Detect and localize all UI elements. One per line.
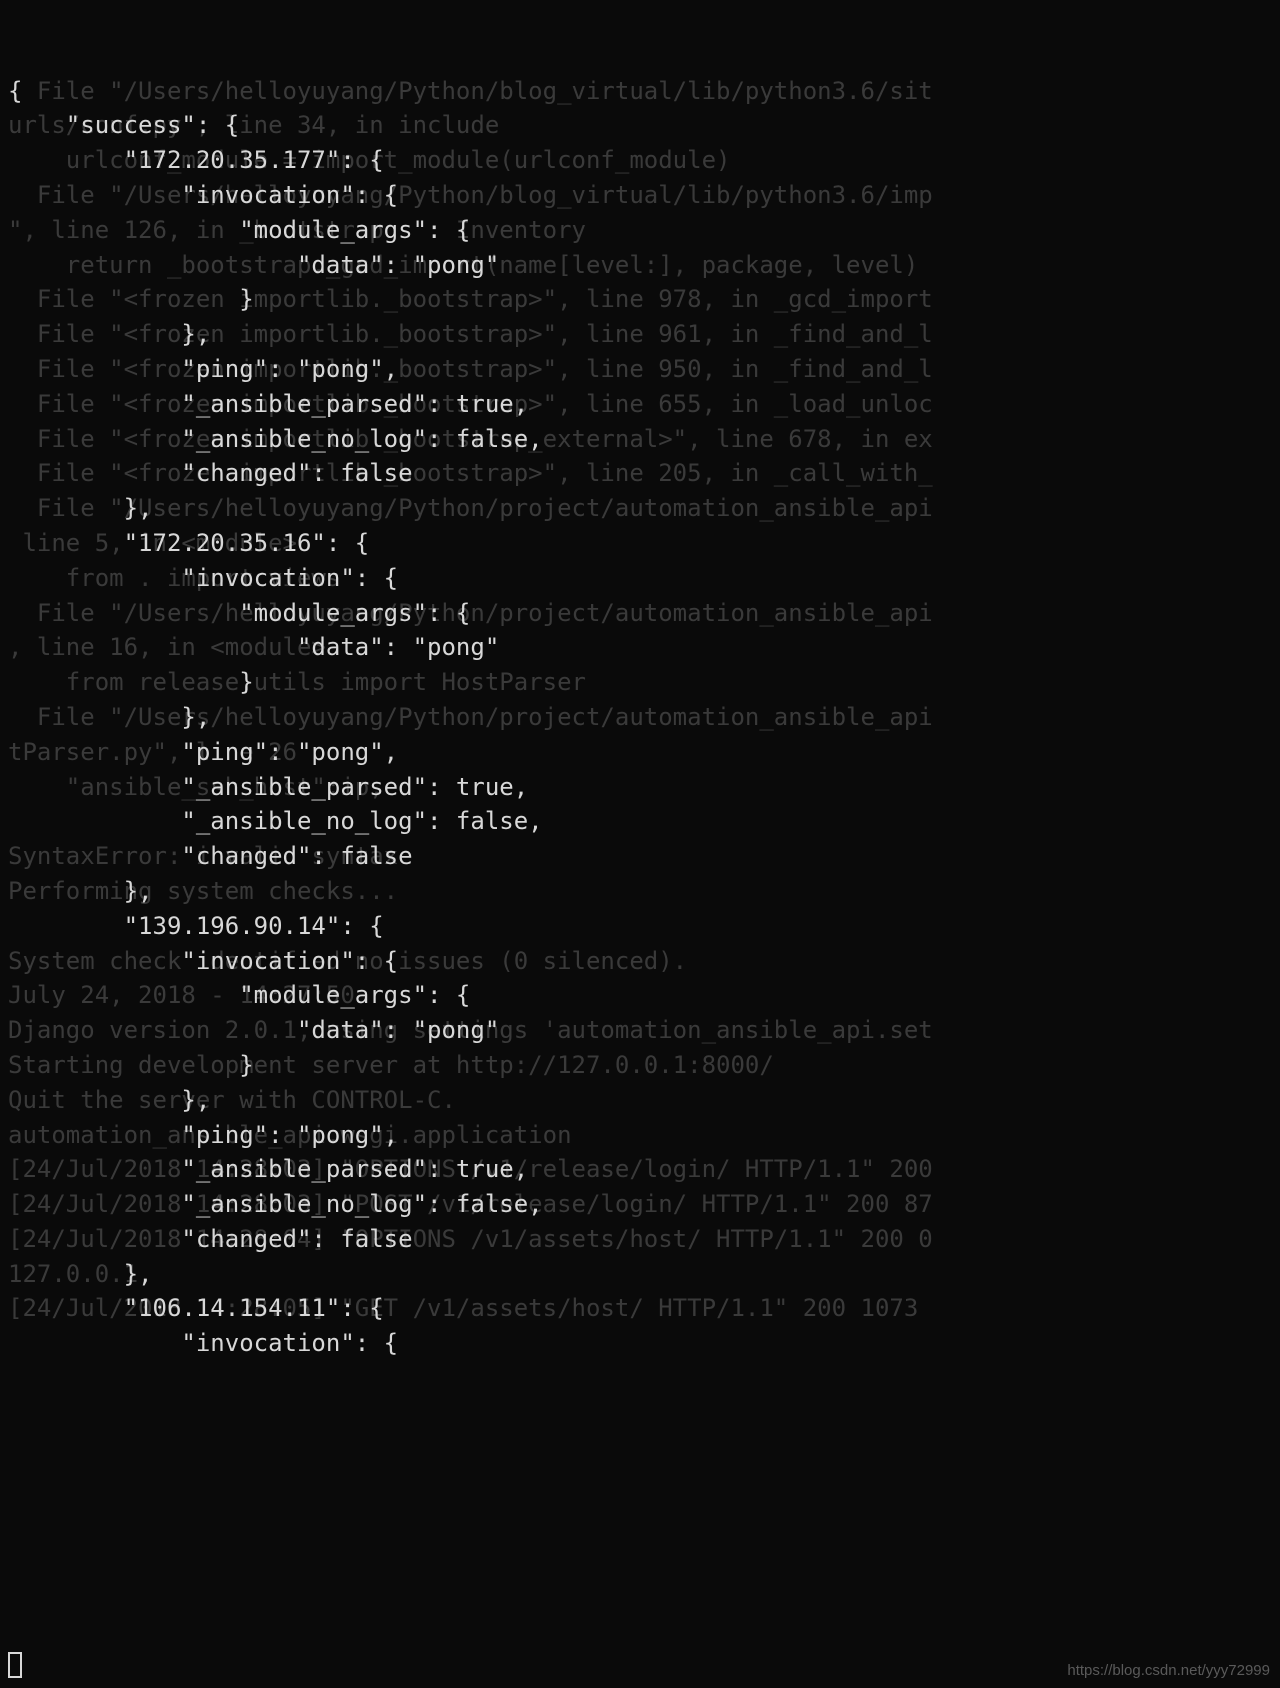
- watermark-text: https://blog.csdn.net/yyy72999: [1067, 1660, 1270, 1682]
- foreground-json-output: { "success": { "172.20.35.177": { "invoc…: [8, 74, 543, 1361]
- terminal-cursor: [8, 1652, 22, 1678]
- terminal-foreground-json: { "success": { "172.20.35.177": { "invoc…: [0, 0, 551, 1400]
